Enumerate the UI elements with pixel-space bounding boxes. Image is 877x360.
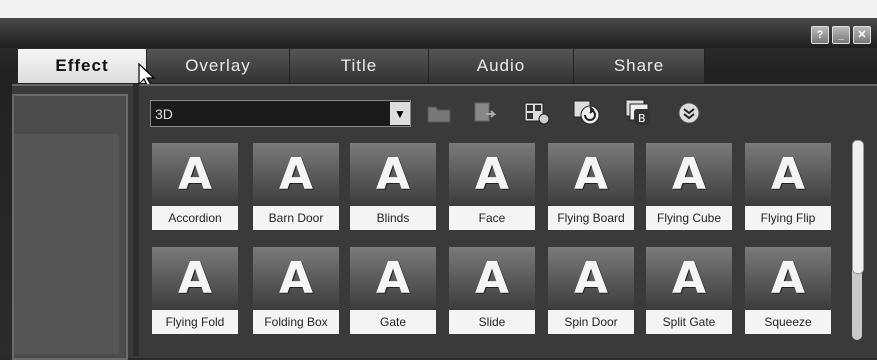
effect-preview: A <box>548 143 634 205</box>
effect-preview-letter: A <box>770 149 806 200</box>
effect-thumb-blinds[interactable]: A Blinds <box>350 143 436 235</box>
effect-preview: A <box>152 247 238 309</box>
panel-divider[interactable] <box>133 84 139 356</box>
effect-preview: A <box>152 143 238 205</box>
effect-thumb-flying-cube[interactable]: A Flying Cube <box>646 143 732 235</box>
effect-thumb-squeeze[interactable]: A Squeeze <box>745 247 831 339</box>
tab-overlay[interactable]: Overlay <box>147 49 290 83</box>
effect-thumb-flying-board[interactable]: A Flying Board <box>548 143 634 235</box>
effect-preview-letter: A <box>177 149 213 200</box>
effect-label: Flying Flip <box>745 206 831 230</box>
effect-preview: A <box>646 143 732 205</box>
effect-preview-letter: A <box>573 253 609 304</box>
effect-preview-letter: A <box>375 149 411 200</box>
tab-audio[interactable]: Audio <box>429 49 574 83</box>
effect-thumb-spin-door[interactable]: A Spin Door <box>548 247 634 339</box>
window-controls: ? _ ✕ <box>811 26 871 44</box>
effect-preview: A <box>745 143 831 205</box>
close-button[interactable]: ✕ <box>853 26 871 44</box>
tab-effect[interactable]: Effect <box>18 49 147 83</box>
effect-preview: A <box>745 247 831 309</box>
effect-preview: A <box>449 143 535 205</box>
preview-image <box>14 134 119 354</box>
effect-preview-letter: A <box>177 253 213 304</box>
help-button[interactable]: ? <box>811 26 829 44</box>
folder-icon[interactable] <box>424 98 454 128</box>
effect-preview-letter: A <box>770 253 806 304</box>
tab-title[interactable]: Title <box>290 49 429 83</box>
effect-preview-letter: A <box>474 149 510 200</box>
category-dropdown[interactable]: 3D ▼ <box>150 100 411 127</box>
effect-preview-letter: A <box>278 253 314 304</box>
effect-thumb-slide[interactable]: A Slide <box>449 247 535 339</box>
top-strip <box>0 0 877 18</box>
minimize-button[interactable]: _ <box>832 26 850 44</box>
effect-preview-letter: A <box>671 149 707 200</box>
effect-label: Folding Box <box>253 310 339 334</box>
tab-bar: Effect Overlay Title Audio Share <box>18 49 705 83</box>
effect-label: Slide <box>449 310 535 334</box>
effect-preview-letter: A <box>375 253 411 304</box>
chevron-down-icon[interactable]: ▼ <box>390 102 410 125</box>
scrollbar-thumb[interactable] <box>852 140 864 274</box>
effect-thumb-folding-box[interactable]: A Folding Box <box>253 247 339 339</box>
effect-label: Flying Fold <box>152 310 238 334</box>
effect-label: Gate <box>350 310 436 334</box>
effect-thumb-accordion[interactable]: A Accordion <box>152 143 238 235</box>
effect-preview-letter: A <box>278 149 314 200</box>
tab-share[interactable]: Share <box>574 49 705 83</box>
refresh-icon[interactable] <box>572 98 602 128</box>
effect-label: Barn Door <box>253 206 339 230</box>
effect-thumb-split-gate[interactable]: A Split Gate <box>646 247 732 339</box>
layout-icon[interactable] <box>522 98 552 128</box>
effect-preview-letter: A <box>474 253 510 304</box>
effect-label: Squeeze <box>745 310 831 334</box>
effect-label: Blinds <box>350 206 436 230</box>
category-dropdown-value: 3D <box>155 105 173 122</box>
effect-thumb-flying-flip[interactable]: A Flying Flip <box>745 143 831 235</box>
effect-preview: A <box>350 143 436 205</box>
effect-preview: A <box>449 247 535 309</box>
effect-preview: A <box>646 247 732 309</box>
effect-preview-letter: A <box>671 253 707 304</box>
effect-label: Flying Board <box>548 206 634 230</box>
svg-text:B: B <box>638 112 646 125</box>
effect-preview: A <box>253 247 339 309</box>
effect-preview: A <box>350 247 436 309</box>
effect-thumb-flying-fold[interactable]: A Flying Fold <box>152 247 238 339</box>
effect-thumb-face[interactable]: A Face <box>449 143 535 235</box>
effect-thumb-gate[interactable]: A Gate <box>350 247 436 339</box>
gallery-icon[interactable]: B <box>624 98 654 128</box>
effect-label: Accordion <box>152 206 238 230</box>
effect-preview-letter: A <box>573 149 609 200</box>
effect-label: Split Gate <box>646 310 732 334</box>
expand-more-icon[interactable] <box>674 98 704 128</box>
effect-label: Face <box>449 206 535 230</box>
effect-label: Flying Cube <box>646 206 732 230</box>
effect-thumb-barn-door[interactable]: A Barn Door <box>253 143 339 235</box>
title-bar <box>0 18 877 48</box>
effect-preview: A <box>253 143 339 205</box>
effect-label: Spin Door <box>548 310 634 334</box>
effect-preview: A <box>548 247 634 309</box>
export-icon[interactable] <box>470 98 500 128</box>
